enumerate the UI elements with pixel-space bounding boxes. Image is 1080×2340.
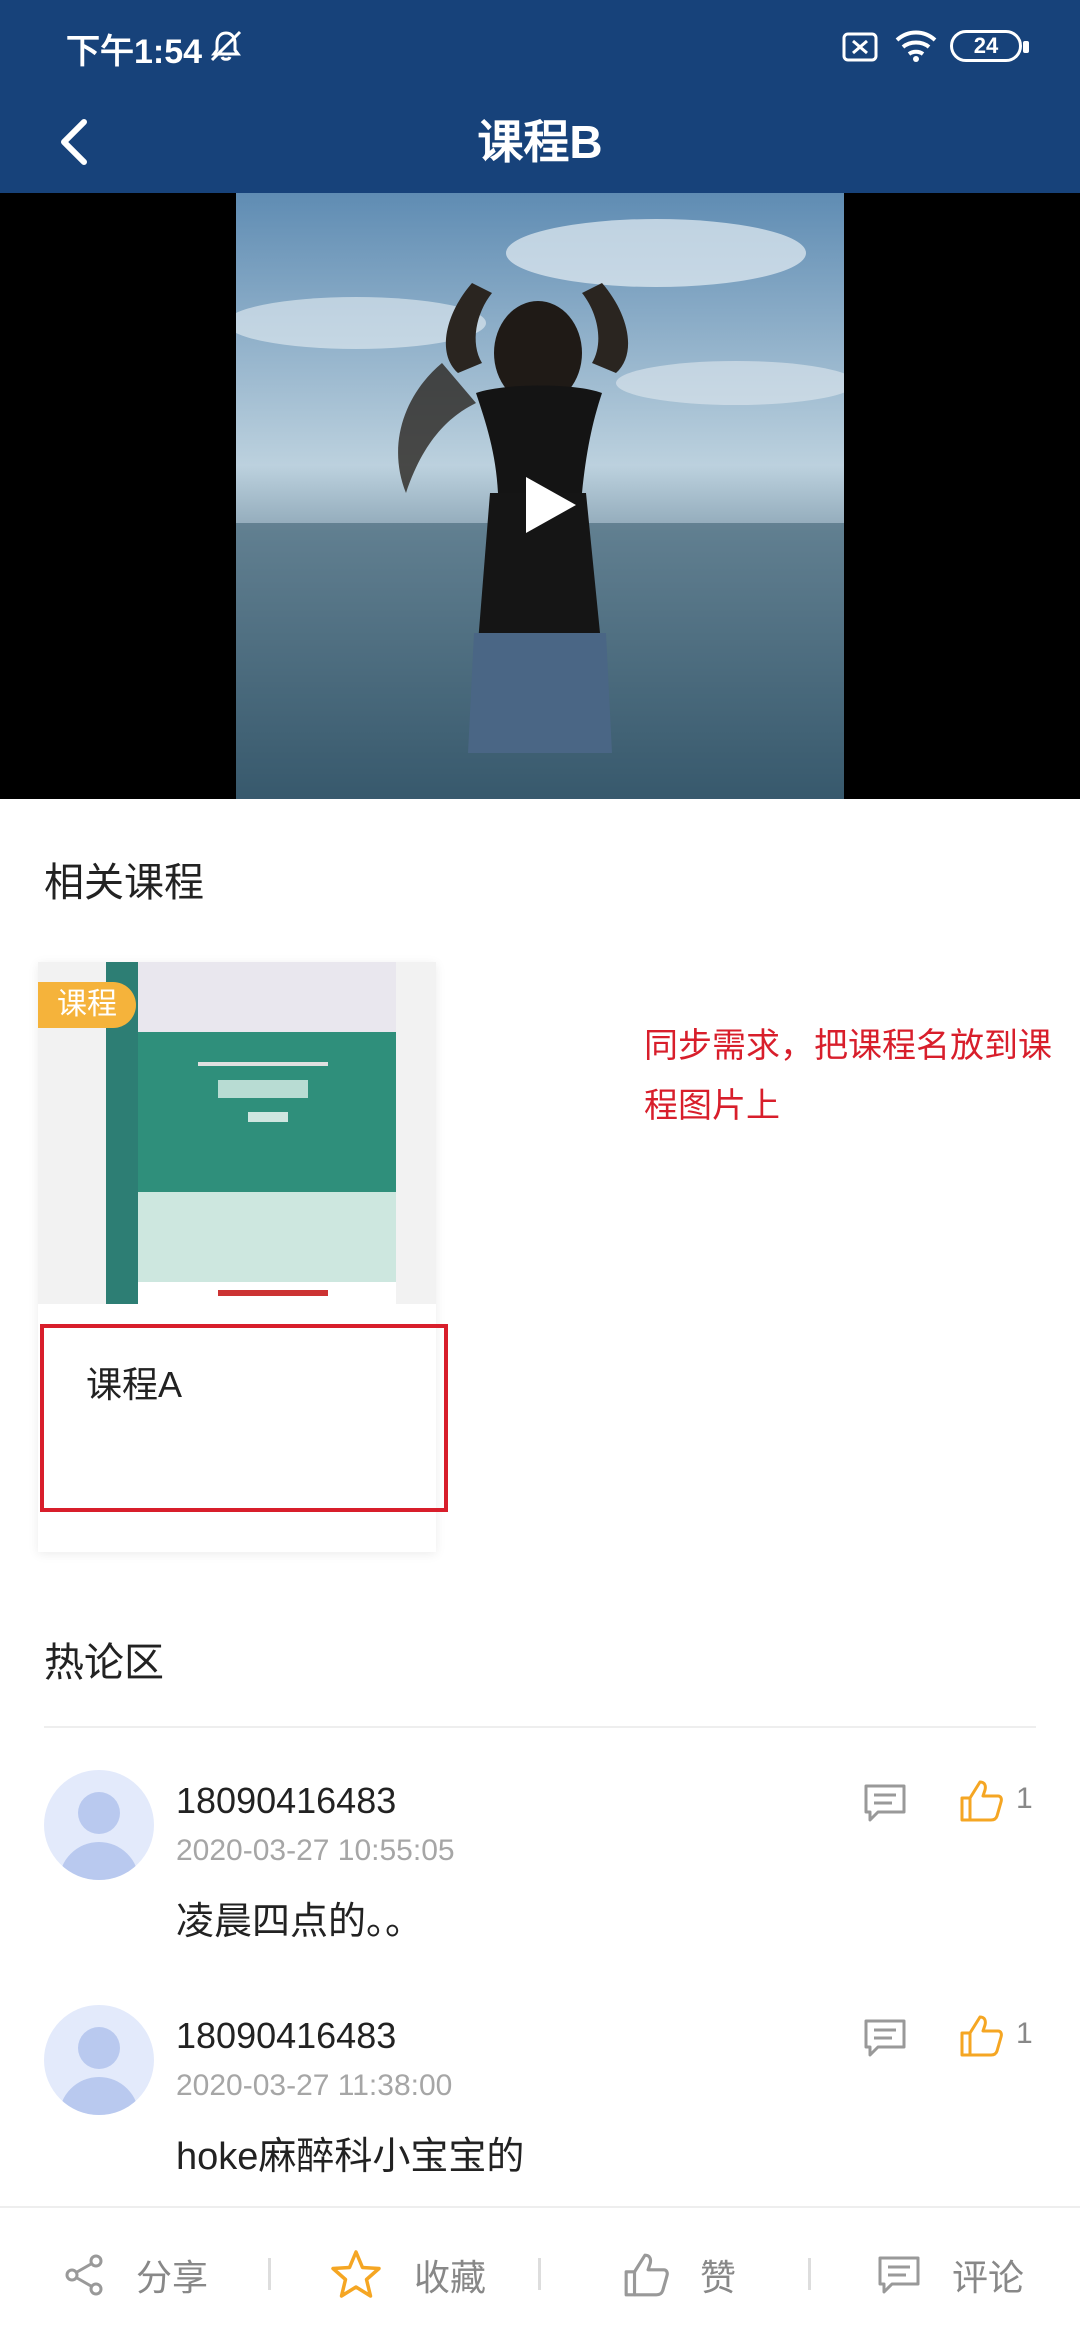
course-badge: 课程 bbox=[38, 982, 136, 1028]
comment-item: 18090416483 2020-03-27 10:55:05 凌晨四点的。。 … bbox=[0, 1770, 1080, 1980]
comment-user: 18090416483 bbox=[176, 1780, 397, 1821]
thumbs-up-icon bbox=[624, 2253, 669, 2297]
nav-bar: 课程B bbox=[0, 90, 1080, 193]
video-player[interactable] bbox=[0, 193, 1080, 799]
separator bbox=[268, 2258, 271, 2290]
course-name-highlight: 课程A bbox=[40, 1324, 448, 1512]
favorite-button[interactable]: 收藏 bbox=[328, 2208, 486, 2340]
favorite-label: 收藏 bbox=[414, 2257, 487, 2298]
battery-icon: 24 bbox=[950, 30, 1029, 62]
separator bbox=[538, 2258, 541, 2290]
like-label: 赞 bbox=[700, 2257, 737, 2298]
reply-icon[interactable] bbox=[862, 2017, 908, 2059]
comment-text: hoke麻醉科小宝宝的 bbox=[176, 2136, 525, 2178]
share-button[interactable]: 分享 bbox=[62, 2208, 208, 2340]
wifi-icon bbox=[895, 30, 937, 62]
like-button[interactable]: 赞 bbox=[622, 2208, 736, 2340]
comment-time: 2020-03-27 10:55:05 bbox=[176, 1834, 455, 1867]
related-courses-title: 相关课程 bbox=[44, 861, 204, 905]
share-icon bbox=[65, 2254, 103, 2296]
sim-icon bbox=[842, 32, 878, 62]
comment-icon bbox=[878, 2256, 920, 2294]
hot-discussion-title: 热论区 bbox=[44, 1641, 164, 1685]
thumbs-up-icon[interactable] bbox=[958, 2013, 1004, 2059]
status-time: 下午1:54 bbox=[66, 33, 203, 71]
comment-text: 凌晨四点的。。 bbox=[176, 1901, 424, 1943]
requirement-annotation: 同步需求，把课程名放到课程图片上 bbox=[644, 1027, 1052, 1125]
comment-label: 评论 bbox=[952, 2257, 1025, 2298]
bell-off-icon bbox=[210, 30, 242, 62]
bottom-action-bar: 分享 收藏 赞 评论 bbox=[0, 2206, 1080, 2340]
course-name: 课程A bbox=[86, 1364, 183, 1405]
like-count: 1 bbox=[1016, 2017, 1033, 2050]
comment-user: 18090416483 bbox=[176, 2015, 397, 2056]
divider bbox=[44, 1726, 1036, 1728]
comment-button[interactable]: 评论 bbox=[876, 2208, 1024, 2340]
play-icon[interactable] bbox=[506, 465, 586, 545]
avatar[interactable] bbox=[44, 1770, 154, 1880]
star-icon bbox=[331, 2250, 381, 2298]
top-bar: 下午1:54 24 课程B bbox=[0, 0, 1080, 193]
page-title: 课程B bbox=[477, 116, 603, 168]
separator bbox=[808, 2258, 811, 2290]
like-count: 1 bbox=[1016, 1782, 1033, 1815]
course-card[interactable]: 课程 课程A bbox=[38, 962, 448, 1552]
comment-time: 2020-03-27 11:38:00 bbox=[176, 2069, 453, 2102]
reply-icon[interactable] bbox=[862, 1782, 908, 1824]
avatar[interactable] bbox=[44, 2005, 154, 2115]
course-cover: 课程 bbox=[38, 962, 436, 1304]
share-label: 分享 bbox=[136, 2257, 209, 2298]
thumbs-up-icon[interactable] bbox=[958, 1778, 1004, 1824]
status-bar: 下午1:54 24 bbox=[0, 0, 1080, 90]
comment-item: 18090416483 2020-03-27 11:38:00 hoke麻醉科小… bbox=[0, 2005, 1080, 2215]
